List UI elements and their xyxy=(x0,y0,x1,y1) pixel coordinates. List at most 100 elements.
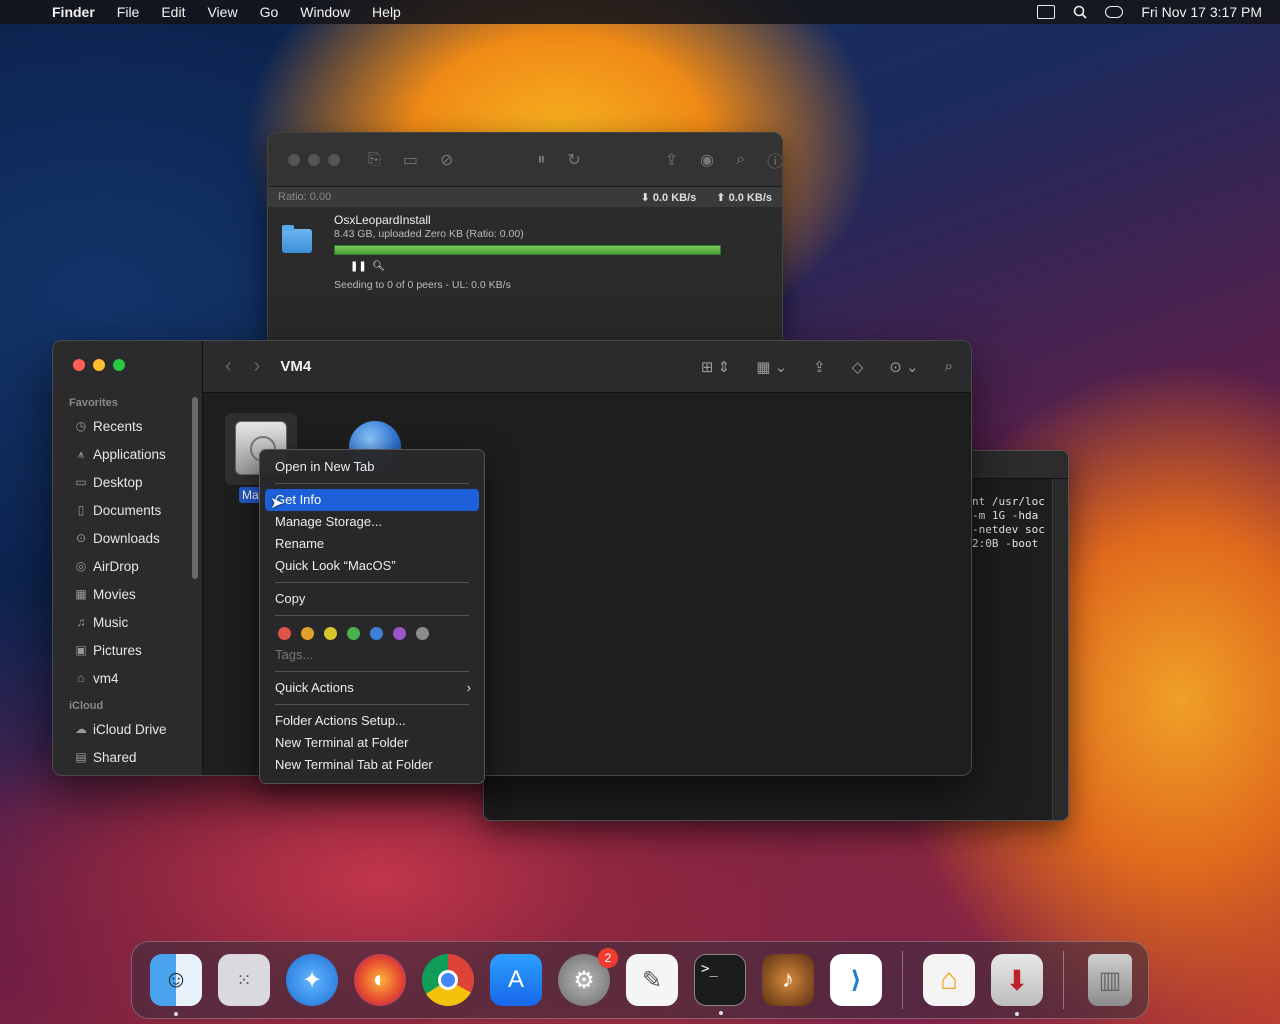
dock-separator xyxy=(1063,951,1064,1009)
sidebar-item-recents[interactable]: ◷ Recents xyxy=(53,412,202,440)
applications-icon: ⩚ xyxy=(77,446,85,461)
app-menu-finder[interactable]: Finder xyxy=(52,4,106,20)
sidebar-item-airdrop[interactable]: ◎ AirDrop xyxy=(53,552,202,580)
folder-icon xyxy=(282,225,312,253)
open-torrent-icon[interactable]: ▭ xyxy=(403,150,418,170)
more-actions-icon[interactable]: ⊙ ⌄ xyxy=(889,358,918,376)
sidebar-item-vm4[interactable]: ⌂ vm4 xyxy=(53,664,202,692)
menu-view[interactable]: View xyxy=(196,4,248,20)
close-button[interactable] xyxy=(73,359,85,371)
sidebar-scrollbar[interactable] xyxy=(192,397,198,579)
safari-dock-icon[interactable]: ✦ xyxy=(286,954,338,1006)
menu-file[interactable]: File xyxy=(106,4,151,20)
tag-color-dot[interactable] xyxy=(324,627,337,640)
reveal-torrent-icon[interactable]: 🔍︎ xyxy=(372,261,385,272)
terminal-scrollbar[interactable] xyxy=(1052,479,1068,820)
quick-look-icon[interactable]: ◉ xyxy=(700,150,714,170)
launchpad-dock-icon[interactable]: ⁙ xyxy=(218,954,270,1006)
control-center-icon[interactable] xyxy=(1105,6,1124,18)
create-torrent-icon[interactable]: ⎘ xyxy=(368,151,381,169)
menu-window[interactable]: Window xyxy=(289,4,361,20)
movies-icon: ▦ xyxy=(75,587,87,601)
textedit-dock-icon[interactable]: ✎ xyxy=(626,954,678,1006)
sidebar-item-documents[interactable]: ▯ Documents xyxy=(53,496,202,524)
transmission-toolbar: ⎘ ▭ ⊘ ⏸ ↻ ⇪ ◉ ⌕ ⓘ xyxy=(268,133,782,187)
transmission-window: ⎘ ▭ ⊘ ⏸ ↻ ⇪ ◉ ⌕ ⓘ Ratio: 0.00 ⬇ 0.0 KB/s… xyxy=(267,132,783,346)
transmission-dock-icon[interactable]: ⬇ xyxy=(991,954,1043,1016)
sidebar-item-downloads[interactable]: ⊙ Downloads xyxy=(53,524,202,552)
sidebar-item-music[interactable]: ♫ Music xyxy=(53,608,202,636)
sidebar-item-pictures[interactable]: ▣ Pictures xyxy=(53,636,202,664)
sidebar-item-icloud-drive[interactable]: ☁ iCloud Drive xyxy=(53,715,202,743)
zoom-button[interactable] xyxy=(113,359,125,371)
info-icon[interactable]: ⓘ xyxy=(767,148,782,172)
dock: ☺ ⁙ ✦ ◐ A ⚙ 2 ✎ >_ ♪ ⟩ ⌂ ⬇ ▥ xyxy=(131,941,1149,1019)
tag-color-dot[interactable] xyxy=(301,627,314,640)
tag-color-dot[interactable] xyxy=(416,627,429,640)
menu-help[interactable]: Help xyxy=(361,4,412,20)
window-title: VM4 xyxy=(280,358,312,375)
tag-color-dot[interactable] xyxy=(347,627,360,640)
menu-go[interactable]: Go xyxy=(249,4,290,20)
screen-mirroring-icon[interactable] xyxy=(1037,5,1056,19)
menu-quick-actions[interactable]: Quick Actions › xyxy=(265,677,479,699)
menu-manage-storage[interactable]: Manage Storage... xyxy=(265,511,479,533)
sidebar-item-desktop[interactable]: ▭ Desktop xyxy=(53,468,202,496)
mouse-pointer-icon: ➤ xyxy=(270,495,284,512)
menu-open-in-new-tab[interactable]: Open in New Tab xyxy=(265,456,479,478)
close-button[interactable] xyxy=(288,153,300,166)
tag-color-row xyxy=(265,621,479,644)
sidebar-item-shared[interactable]: ▤ Shared xyxy=(53,743,202,771)
menu-tags[interactable]: Tags... xyxy=(265,644,479,666)
menu-copy[interactable]: Copy xyxy=(265,588,479,610)
share-icon[interactable]: ⇪ xyxy=(665,150,678,170)
finder-dock-icon[interactable]: ☺ xyxy=(150,954,202,1016)
menu-folder-actions-setup[interactable]: Folder Actions Setup... xyxy=(265,710,479,732)
menu-get-info[interactable]: Get Info xyxy=(265,489,479,511)
menu-rename[interactable]: Rename xyxy=(265,533,479,555)
tag-icon[interactable]: ◇ xyxy=(852,358,864,376)
pause-torrent-icon[interactable]: ❚❚ xyxy=(350,261,367,272)
minimize-button[interactable] xyxy=(93,359,105,371)
menu-new-terminal-at-folder[interactable]: New Terminal at Folder xyxy=(265,732,479,754)
chrome-dock-icon[interactable] xyxy=(422,954,474,1006)
pause-all-icon[interactable]: ⏸ xyxy=(537,151,545,169)
search-icon[interactable]: ⌕ xyxy=(945,358,953,375)
forward-button[interactable]: › xyxy=(254,355,261,378)
desktop-icon: ▭ xyxy=(75,475,87,489)
finder-window: Favorites ◷ Recents ⩚ Applications ▭ Deskto… xyxy=(52,340,972,776)
sidebar-item-movies[interactable]: ▦ Movies xyxy=(53,580,202,608)
menu-quick-look[interactable]: Quick Look “MacOS” xyxy=(265,555,479,577)
resume-all-icon[interactable]: ↻ xyxy=(567,150,580,170)
shared-folder-icon: ▤ xyxy=(75,750,87,764)
menu-edit[interactable]: Edit xyxy=(150,4,196,20)
remove-torrent-icon[interactable]: ⊘ xyxy=(440,150,453,170)
minimize-button[interactable] xyxy=(308,153,320,166)
vscode-dock-icon[interactable]: ⟩ xyxy=(830,954,882,1006)
garageband-dock-icon[interactable]: ♪ xyxy=(762,954,814,1006)
trash-dock-icon[interactable]: ▥ xyxy=(1088,954,1132,1006)
menu-bar-clock[interactable]: Fri Nov 17 3:17 PM xyxy=(1141,4,1262,20)
view-options-icon[interactable]: ⊞ ⇕ xyxy=(701,358,730,376)
firefox-dock-icon[interactable]: ◐ xyxy=(354,954,406,1006)
tag-color-dot[interactable] xyxy=(278,627,291,640)
tag-color-dot[interactable] xyxy=(393,627,406,640)
airdrop-icon: ◎ xyxy=(75,559,87,573)
share-icon[interactable]: ⇪ xyxy=(813,358,826,376)
menu-separator xyxy=(275,704,469,705)
app-store-dock-icon[interactable]: A xyxy=(490,954,542,1006)
home-app-dock-icon[interactable]: ⌂ xyxy=(923,954,975,1006)
system-settings-dock-icon[interactable]: ⚙ 2 xyxy=(558,948,618,1006)
dock-separator xyxy=(902,951,903,1009)
torrent-row[interactable]: OsxLeopardInstall 8.43 GB, uploaded Zero… xyxy=(268,207,782,291)
terminal-dock-icon[interactable]: >_ xyxy=(694,954,746,1015)
spotlight-search-icon[interactable] xyxy=(1073,5,1088,19)
tag-color-dot[interactable] xyxy=(370,627,383,640)
group-by-icon[interactable]: ▦ ⌄ xyxy=(756,358,787,376)
zoom-button[interactable] xyxy=(328,153,340,166)
sidebar-item-applications[interactable]: ⩚ Applications xyxy=(53,440,202,468)
back-button[interactable]: ‹ xyxy=(225,355,232,378)
menu-new-terminal-tab-at-folder[interactable]: New Terminal Tab at Folder xyxy=(265,754,479,776)
menu-separator xyxy=(275,671,469,672)
search-icon[interactable]: ⌕ xyxy=(736,151,745,169)
